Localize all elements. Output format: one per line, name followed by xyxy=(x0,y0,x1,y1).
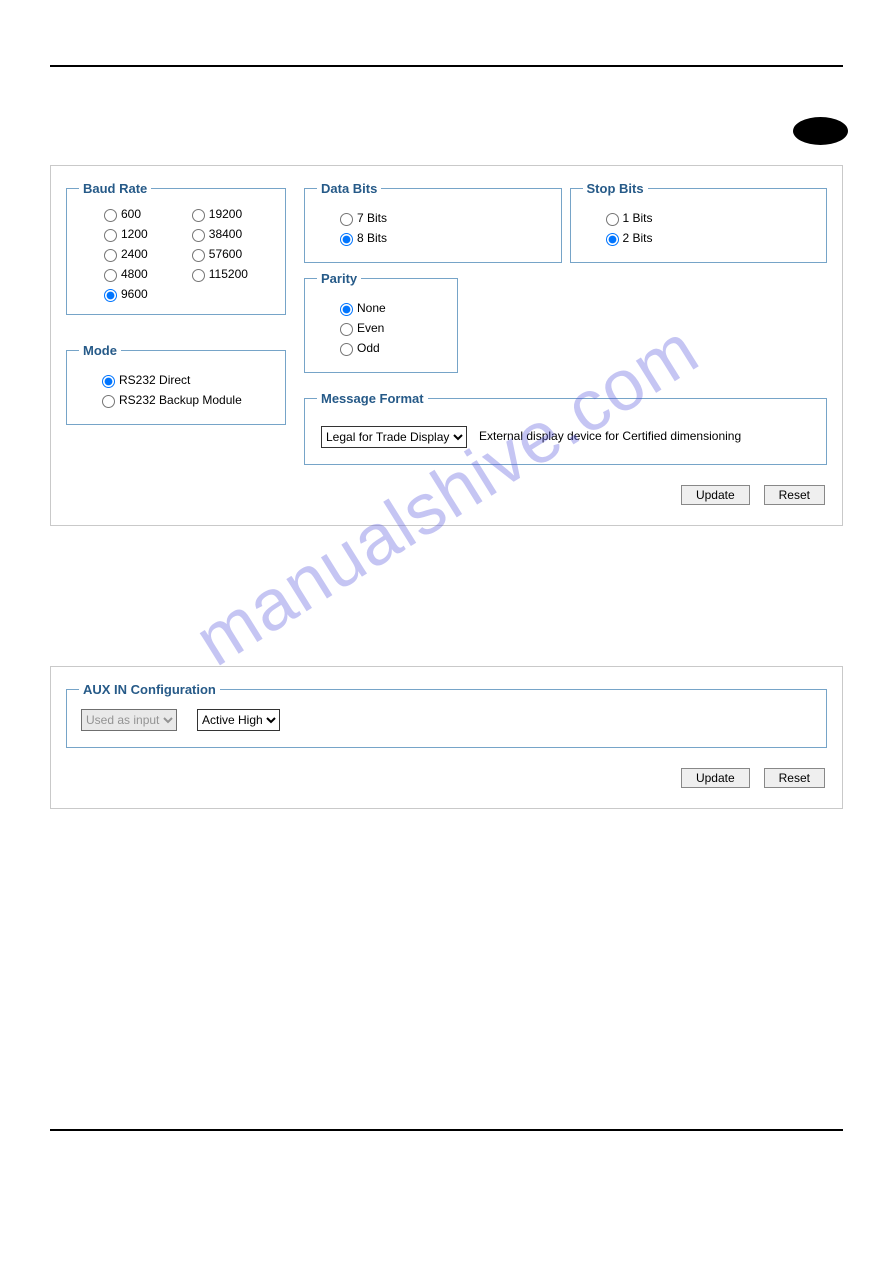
message-format-select[interactable]: Legal for Trade Display xyxy=(321,426,467,448)
stopbits-legend: Stop Bits xyxy=(583,181,648,196)
databits-radio[interactable] xyxy=(340,233,353,246)
databits-option: 7 Bits xyxy=(335,210,549,226)
baud-option: 2400 xyxy=(99,246,173,262)
parity-option: Odd xyxy=(335,340,445,356)
databits-options: 7 Bits 8 Bits xyxy=(317,210,549,246)
baud-label: 4800 xyxy=(121,267,148,281)
baud-option: 4800 xyxy=(99,266,173,282)
parity-radio[interactable] xyxy=(340,303,353,316)
parity-radio[interactable] xyxy=(340,323,353,336)
baud-label: 57600 xyxy=(209,247,242,261)
aux-in-legend: AUX IN Configuration xyxy=(79,682,220,697)
stopbits-radio[interactable] xyxy=(606,213,619,226)
databits-label: 7 Bits xyxy=(357,211,387,225)
parity-options: None Even Odd xyxy=(317,300,445,356)
aux-mode-select: Used as input xyxy=(81,709,177,731)
stopbits-option: 1 Bits xyxy=(601,210,815,226)
parity-label: Odd xyxy=(357,341,380,355)
reset-button[interactable]: Reset xyxy=(764,485,825,505)
baud-option: 38400 xyxy=(187,226,273,242)
baud-radio[interactable] xyxy=(104,229,117,242)
message-format-desc: External display device for Certified di… xyxy=(479,429,810,445)
aux-button-row: Update Reset xyxy=(66,768,827,788)
parity-option: Even xyxy=(335,320,445,336)
page-header xyxy=(0,65,893,135)
baud-rate-fieldset: Baud Rate 600 19200 1200 38400 2400 57600 4800… xyxy=(66,181,286,315)
baud-radio[interactable] xyxy=(104,249,117,262)
baud-radio[interactable] xyxy=(192,269,205,282)
baud-label: 2400 xyxy=(121,247,148,261)
content-wrapper: Baud Rate 600 19200 1200 38400 2400 57600 4800… xyxy=(0,165,893,809)
baud-option: 115200 xyxy=(187,266,273,282)
baud-radio[interactable] xyxy=(192,249,205,262)
baud-radio[interactable] xyxy=(104,209,117,222)
page-corner-blob xyxy=(793,117,848,145)
baud-label: 9600 xyxy=(121,287,148,301)
baud-label: 19200 xyxy=(209,207,242,221)
baud-rate-grid: 600 19200 1200 38400 2400 57600 4800 115200 9600 xyxy=(79,206,273,302)
stopbits-label: 1 Bits xyxy=(623,211,653,225)
mode-legend: Mode xyxy=(79,343,121,358)
mode-fieldset: Mode RS232 Direct RS232 Backup Module xyxy=(66,343,286,425)
baud-label: 115200 xyxy=(209,267,248,281)
mode-option: RS232 Direct xyxy=(97,372,273,388)
mode-radio[interactable] xyxy=(102,395,115,408)
baud-radio[interactable] xyxy=(192,229,205,242)
stopbits-label: 2 Bits xyxy=(623,231,653,245)
databits-radio[interactable] xyxy=(340,213,353,226)
parity-label: None xyxy=(357,301,386,315)
parity-legend: Parity xyxy=(317,271,361,286)
parity-fieldset: Parity None Even Odd xyxy=(304,271,458,373)
baud-option: 9600 xyxy=(99,286,173,302)
stopbits-option: 2 Bits xyxy=(601,230,815,246)
baud-label: 600 xyxy=(121,207,141,221)
baud-radio[interactable] xyxy=(104,269,117,282)
footer-rule xyxy=(50,1129,843,1131)
stopbits-fieldset: Stop Bits 1 Bits 2 Bits xyxy=(570,181,828,263)
baud-option: 57600 xyxy=(187,246,273,262)
mode-label: RS232 Backup Module xyxy=(119,393,242,407)
mode-option: RS232 Backup Module xyxy=(97,392,273,408)
databits-option: 8 Bits xyxy=(335,230,549,246)
databits-fieldset: Data Bits 7 Bits 8 Bits xyxy=(304,181,562,263)
serial-button-row: Update Reset xyxy=(66,485,827,505)
serial-config-panel: Baud Rate 600 19200 1200 38400 2400 57600 4800… xyxy=(50,165,843,526)
baud-option: 600 xyxy=(99,206,173,222)
parity-label: Even xyxy=(357,321,384,335)
header-rule xyxy=(50,65,843,67)
databits-legend: Data Bits xyxy=(317,181,381,196)
stopbits-radio[interactable] xyxy=(606,233,619,246)
databits-label: 8 Bits xyxy=(357,231,387,245)
baud-radio[interactable] xyxy=(104,289,117,302)
parity-radio[interactable] xyxy=(340,343,353,356)
mode-radio[interactable] xyxy=(102,375,115,388)
aux-active-select[interactable]: Active High xyxy=(197,709,280,731)
baud-rate-legend: Baud Rate xyxy=(79,181,151,196)
baud-radio[interactable] xyxy=(192,209,205,222)
baud-option: 19200 xyxy=(187,206,273,222)
baud-label: 38400 xyxy=(209,227,242,241)
stopbits-options: 1 Bits 2 Bits xyxy=(583,210,815,246)
aux-in-fieldset: AUX IN Configuration Used as input Activ… xyxy=(66,682,827,748)
mode-options: RS232 Direct RS232 Backup Module xyxy=(79,372,273,408)
baud-option: 1200 xyxy=(99,226,173,242)
mode-label: RS232 Direct xyxy=(119,373,190,387)
message-format-legend: Message Format xyxy=(317,391,428,406)
baud-label: 1200 xyxy=(121,227,148,241)
update-button[interactable]: Update xyxy=(681,768,750,788)
message-format-fieldset: Message Format Legal for Trade Display E… xyxy=(304,391,827,465)
reset-button[interactable]: Reset xyxy=(764,768,825,788)
parity-option: None xyxy=(335,300,445,316)
aux-config-panel: AUX IN Configuration Used as input Activ… xyxy=(50,666,843,809)
update-button[interactable]: Update xyxy=(681,485,750,505)
